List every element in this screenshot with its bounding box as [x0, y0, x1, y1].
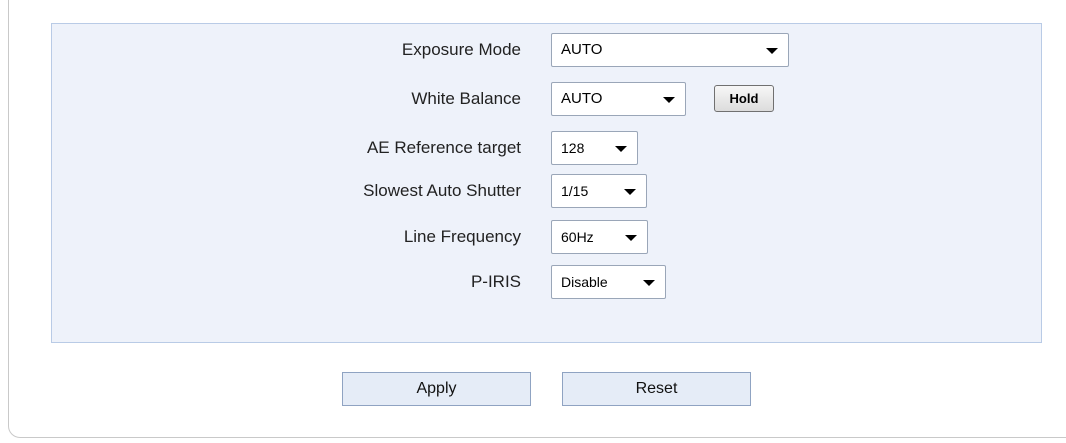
chevron-down-icon	[643, 280, 655, 286]
white-balance-select[interactable]: AUTO	[551, 82, 686, 116]
p-iris-select[interactable]: Disable	[551, 265, 666, 299]
chevron-down-icon	[663, 97, 675, 103]
white-balance-value: AUTO	[561, 90, 603, 107]
ae-reference-target-row: AE Reference target 128	[52, 131, 1041, 165]
reset-button[interactable]: Reset	[562, 372, 751, 406]
line-frequency-select[interactable]: 60Hz	[551, 220, 648, 254]
exposure-mode-select[interactable]: AUTO	[551, 33, 789, 67]
slowest-auto-shutter-label: Slowest Auto Shutter	[363, 181, 521, 200]
line-frequency-value: 60Hz	[561, 229, 594, 245]
exposure-mode-value: AUTO	[561, 41, 603, 58]
chevron-down-icon	[624, 189, 636, 195]
ae-reference-target-label: AE Reference target	[366, 138, 521, 157]
line-frequency-row: Line Frequency 60Hz	[52, 220, 1041, 254]
hold-button[interactable]: Hold	[714, 85, 774, 112]
p-iris-value: Disable	[561, 274, 608, 290]
white-balance-label: White Balance	[411, 89, 521, 108]
exposure-mode-row: Exposure Mode AUTO	[52, 33, 1041, 67]
ae-reference-target-select[interactable]: 128	[551, 131, 638, 165]
p-iris-row: P-IRIS Disable	[52, 265, 1041, 299]
slowest-auto-shutter-row: Slowest Auto Shutter 1/15	[52, 174, 1041, 208]
white-balance-row: White Balance AUTO Hold	[52, 82, 1041, 116]
line-frequency-label: Line Frequency	[403, 227, 521, 246]
chevron-down-icon	[766, 48, 778, 54]
ae-reference-target-value: 128	[561, 140, 585, 156]
chevron-down-icon	[625, 235, 637, 241]
apply-button[interactable]: Apply	[342, 372, 531, 406]
slowest-auto-shutter-select[interactable]: 1/15	[551, 174, 647, 208]
camera-image-settings-page: Exposure Mode AUTO White Balance AUTO Ho…	[0, 0, 1066, 443]
settings-panel: Exposure Mode AUTO White Balance AUTO Ho…	[51, 23, 1042, 343]
chevron-down-icon	[615, 146, 627, 152]
p-iris-label: P-IRIS	[470, 272, 521, 291]
exposure-mode-label: Exposure Mode	[401, 40, 521, 59]
slowest-auto-shutter-value: 1/15	[561, 183, 589, 199]
